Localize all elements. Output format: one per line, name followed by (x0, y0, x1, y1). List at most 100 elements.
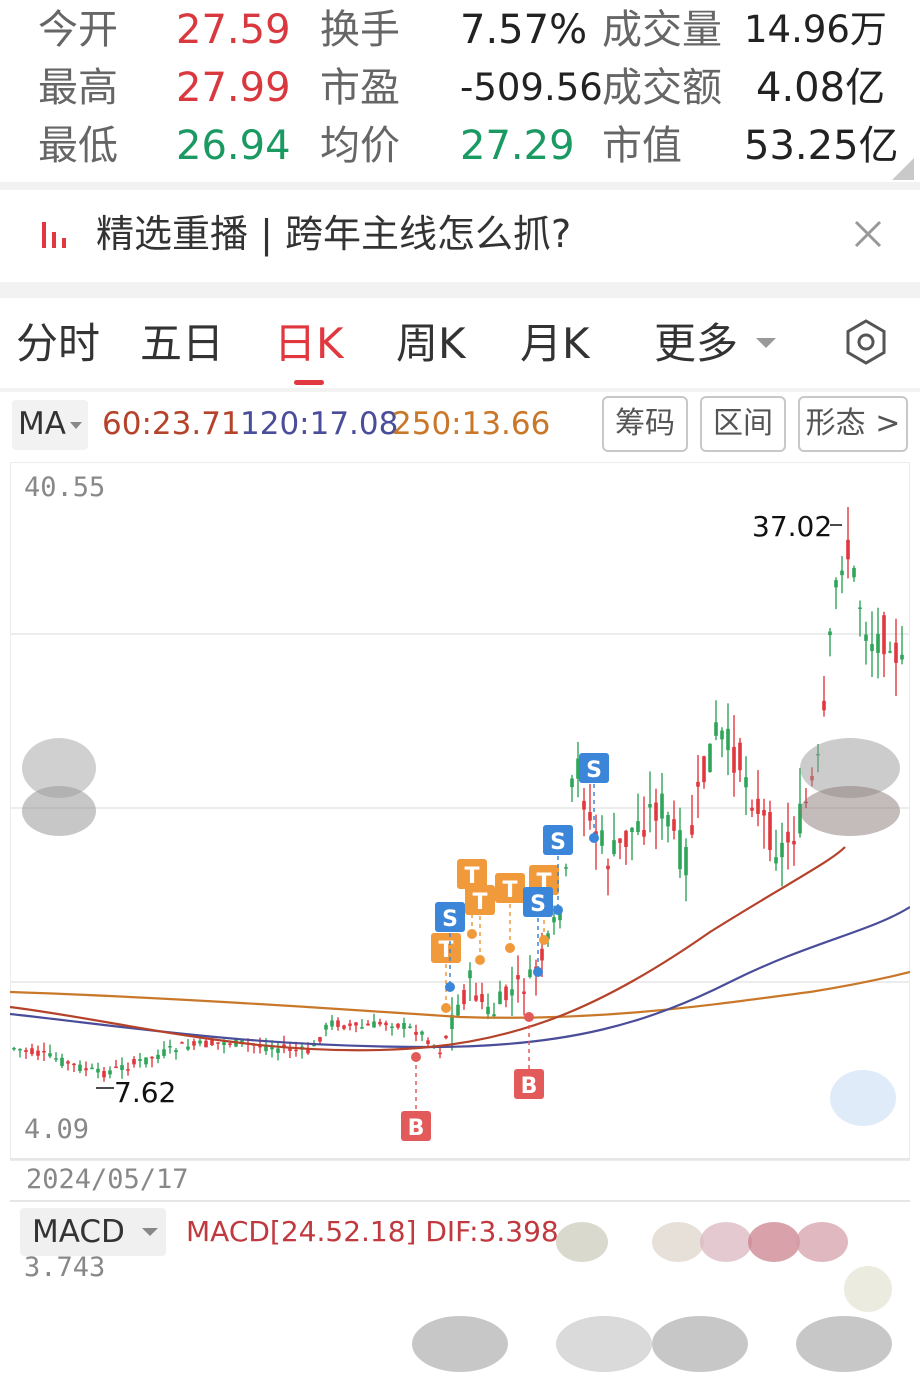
banner-text[interactable]: 精选重播 | 跨年主线怎么抓? (96, 206, 571, 262)
candle-body (132, 1059, 136, 1065)
high-value: 27.99 (176, 65, 291, 111)
ma-selector-label[interactable]: MA (18, 402, 66, 446)
chip-distribution-button[interactable]: 筹码 (602, 396, 688, 452)
candle-body (684, 846, 688, 876)
candle-body (528, 969, 532, 978)
candle-body (318, 1037, 322, 1042)
amount-label: 成交额 (602, 65, 722, 111)
candle-body (90, 1067, 94, 1070)
candle-body (780, 842, 784, 858)
signal-dot (553, 905, 563, 915)
candle-body (852, 567, 856, 578)
pattern-button[interactable]: 形态 > (798, 396, 908, 452)
candle-body (102, 1071, 106, 1078)
tab-intraday[interactable]: 分时 (16, 316, 100, 372)
candle-body (402, 1023, 406, 1029)
candle-body (414, 1031, 418, 1035)
tab-daily-k[interactable]: 日K (274, 316, 344, 372)
expand-corner-icon[interactable] (892, 158, 914, 180)
signal-dot (441, 1003, 451, 1013)
candle-body (336, 1020, 340, 1027)
chart-frame (9, 461, 911, 1161)
signal-dot (411, 1052, 421, 1062)
chevron-down-icon[interactable] (142, 1228, 158, 1236)
turnover-label: 换手 (320, 7, 400, 53)
macd-selector-label[interactable]: MACD (32, 1210, 125, 1254)
candle-body (228, 1043, 232, 1045)
ma250-value: 250:13.66 (392, 406, 551, 442)
candle-body (408, 1026, 412, 1028)
candle-body (678, 830, 682, 870)
candle-body (354, 1022, 358, 1026)
signal-dot (539, 935, 549, 945)
candle-body (720, 730, 724, 740)
signal-dot (445, 982, 455, 992)
candle-body (60, 1057, 64, 1066)
range-button[interactable]: 区间 (700, 396, 786, 452)
replay-banner[interactable]: 精选重播 | 跨年主线怎么抓? (0, 190, 920, 282)
kline-canvas[interactable]: BBTTT T TSSSS (9, 461, 911, 1162)
candle-body (276, 1048, 280, 1053)
candle-body (420, 1031, 424, 1035)
settings-icon[interactable] (842, 318, 890, 366)
macd-params: MACD[24.52.18] DIF:3.398 (186, 1215, 559, 1248)
candle-body (624, 830, 628, 847)
take-profit-signal-label: T (502, 878, 517, 903)
candle-body (294, 1049, 298, 1052)
mcap-value: 53.25亿 (744, 123, 899, 169)
turnover-value: 7.57% (460, 7, 588, 53)
candle-body (456, 1004, 460, 1016)
kline-chart[interactable]: BBTTTTTSSSS 40.55 4.09 37.02 7.62 (9, 461, 911, 1162)
candle-body (654, 802, 658, 821)
candle-body (888, 651, 892, 653)
high-label: 最高 (38, 65, 118, 111)
sell-signal-label: S (530, 892, 546, 917)
candle-body (690, 825, 694, 835)
divider (0, 282, 920, 298)
candle-body (882, 615, 886, 655)
pe-value: -509.56 (460, 66, 603, 109)
close-icon[interactable] (848, 214, 888, 254)
candle-body (120, 1065, 124, 1071)
candle-body (210, 1039, 214, 1046)
candle-body (636, 821, 640, 833)
candle-body (714, 722, 718, 736)
signal-dot (533, 967, 543, 977)
amount-value: 4.08亿 (756, 65, 886, 111)
candle-body (792, 840, 796, 845)
candle-body (840, 570, 844, 576)
tab-weekly-k[interactable]: 周K (396, 316, 466, 372)
sell-signal-label: S (586, 758, 602, 783)
candle-body (384, 1022, 388, 1026)
candle-body (48, 1053, 52, 1057)
tab-five-day[interactable]: 五日 (140, 316, 224, 372)
candle-body (96, 1068, 100, 1073)
chevron-down-icon[interactable] (756, 338, 776, 348)
ma120-value: 120:17.08 (240, 406, 399, 442)
y-axis-min: 4.09 (24, 1114, 90, 1145)
candle-body (588, 812, 592, 821)
candle-body (630, 827, 634, 832)
tab-more[interactable]: 更多 (654, 316, 738, 372)
chevron-down-icon[interactable] (70, 422, 82, 429)
candle-body (24, 1050, 28, 1052)
tab-monthly-k[interactable]: 月K (520, 316, 590, 372)
avg-label: 均价 (320, 123, 400, 169)
candle-body (480, 994, 484, 1003)
candle-body (516, 975, 520, 980)
ma250-line (9, 970, 911, 1019)
volume-value: 14.96万 (744, 8, 887, 51)
divider (0, 182, 920, 190)
candle-body (750, 807, 754, 811)
candle-body (204, 1040, 208, 1048)
candle-body (732, 746, 736, 773)
candle-body (492, 1014, 496, 1017)
candle-body (84, 1068, 88, 1071)
candle-body (606, 865, 610, 870)
candle-body (54, 1058, 58, 1060)
signal-dot (524, 1012, 534, 1022)
candle-body (642, 829, 646, 837)
blur-overlay (748, 1222, 800, 1262)
candle-body (144, 1057, 148, 1065)
candle-body (30, 1048, 34, 1055)
